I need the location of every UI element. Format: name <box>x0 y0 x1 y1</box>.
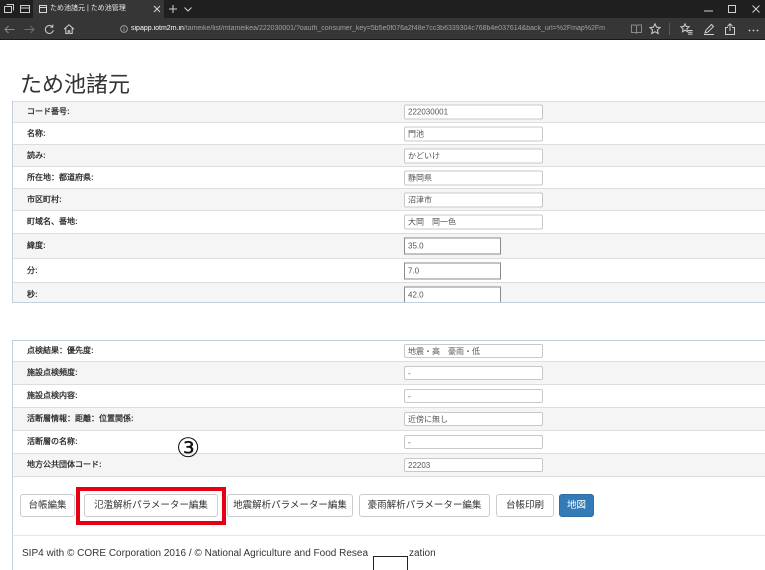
overlay-box <box>373 556 408 570</box>
favorites-hub-icon[interactable] <box>679 22 693 35</box>
field-row-latitude-degrees: 緯度: <box>13 233 765 258</box>
ledger-edit-button[interactable]: 台帳編集 <box>20 494 75 517</box>
field-label-municipality: 市区町村: <box>27 194 62 204</box>
field-row-municipality: 市区町村: <box>13 188 765 210</box>
field-row-active-fault-name: 活断層の名称: <box>13 430 765 453</box>
field-row-latitude-minutes: 分: <box>13 258 765 282</box>
field-label-reading: 読み: <box>27 150 46 160</box>
latitude-degrees-field[interactable] <box>404 237 501 255</box>
inspection-frequency-field[interactable] <box>404 366 543 380</box>
field-row-reading: 読み: <box>13 144 765 166</box>
minimize-icon[interactable] <box>704 8 713 12</box>
set-aside-tabs-icon[interactable] <box>4 4 14 14</box>
field-label-name: 名称: <box>27 128 46 138</box>
step-number-annotation: ③ <box>176 433 201 464</box>
field-row-inspection-content: 施設点検内容: <box>13 384 765 407</box>
field-label-active-fault-distance: 活断層情報：距離：位置関係: <box>27 414 134 423</box>
inspection-content-field[interactable] <box>404 389 543 403</box>
back-icon[interactable] <box>4 24 15 35</box>
latitude-seconds-field[interactable] <box>404 286 501 302</box>
field-row-town-address: 町域名、番地: <box>13 210 765 233</box>
reservoir-spec-table-top: コード番号: 名称: 読み: 所在地：都道府県: 市区町村: 町域名、番地: 緯… <box>12 101 765 303</box>
web-note-pen-icon[interactable] <box>703 23 715 35</box>
footer-copyright-tail: zation <box>409 548 436 559</box>
field-label-latitude-seconds: 秒: <box>27 289 38 299</box>
flood-analysis-params-button[interactable]: 氾濫解析パラメーター編集 <box>84 494 218 517</box>
favorite-star-icon[interactable] <box>648 22 662 35</box>
reading-view-icon[interactable] <box>631 24 642 35</box>
field-label-latitude-minutes: 分: <box>27 265 38 275</box>
municipality-field[interactable] <box>404 192 543 207</box>
page-icon <box>39 5 47 13</box>
field-label-code-number: コード番号: <box>27 107 70 116</box>
maximize-icon[interactable] <box>728 5 736 13</box>
field-label-latitude-degrees: 緯度: <box>27 241 46 250</box>
more-icon[interactable] <box>748 28 759 32</box>
field-row-name: 名称: <box>13 122 765 144</box>
field-label-inspection-priority: 点検結果：優先度: <box>27 346 94 355</box>
field-row-inspection-priority: 点検結果：優先度: <box>13 341 765 361</box>
name-field[interactable] <box>404 126 543 141</box>
footer-divider <box>12 535 765 536</box>
tab-list-chevron-icon[interactable] <box>184 7 192 12</box>
inspection-priority-field[interactable] <box>404 344 543 358</box>
tab-preview-icon[interactable] <box>20 4 30 14</box>
field-label-active-fault-name: 活断層の名称: <box>27 437 78 446</box>
footer-copyright: SIP4 with © CORE Corporation 2016 / © Na… <box>22 548 369 559</box>
url-path: /tameike/list/mtameikea/222030001/?oauth… <box>183 25 605 32</box>
url-field[interactable]: sipapp.iotm2m.in/tameike/list/mtameikea/… <box>131 25 625 33</box>
field-label-town-address: 町域名、番地: <box>27 217 78 226</box>
url-host: sipapp.iotm2m.in <box>131 25 184 32</box>
tab-title: ため池諸元 | ため池管理 <box>50 5 126 12</box>
share-icon[interactable] <box>724 23 736 35</box>
close-window-icon[interactable] <box>752 5 760 13</box>
code-number-field[interactable] <box>404 104 543 120</box>
field-row-inspection-frequency: 施設点検頻度: <box>13 361 765 384</box>
field-row-code-number: コード番号: <box>13 101 765 122</box>
heavy-rain-analysis-params-button[interactable]: 豪雨解析パラメーター編集 <box>359 494 490 517</box>
field-row-active-fault-distance: 活断層情報：距離：位置関係: <box>13 407 765 430</box>
earthquake-analysis-params-button[interactable]: 地震解析パラメーター編集 <box>227 494 353 517</box>
home-icon[interactable] <box>63 23 75 35</box>
latitude-minutes-field[interactable] <box>404 262 501 279</box>
field-row-local-government-code: 地方公共団体コード: <box>13 453 765 477</box>
site-info-icon[interactable] <box>120 25 128 33</box>
field-label-local-government-code: 地方公共団体コード: <box>27 460 102 469</box>
field-label-inspection-frequency: 施設点検頻度: <box>27 368 78 377</box>
toolbar-separator <box>669 23 670 35</box>
forward-icon[interactable] <box>24 24 35 35</box>
local-government-code-field[interactable] <box>404 458 543 472</box>
field-label-inspection-content: 施設点検内容: <box>27 391 78 400</box>
ledger-print-button[interactable]: 台帳印刷 <box>496 494 554 517</box>
field-row-prefecture: 所在地：都道府県: <box>13 166 765 188</box>
active-fault-name-field[interactable] <box>404 435 543 449</box>
field-label-prefecture: 所在地：都道府県: <box>27 172 94 182</box>
close-tab-icon[interactable] <box>153 5 161 13</box>
new-tab-icon[interactable] <box>169 5 177 13</box>
page-title: ため池諸元 <box>20 72 131 97</box>
active-fault-distance-field[interactable] <box>404 412 543 426</box>
refresh-icon[interactable] <box>44 24 55 35</box>
reading-field[interactable] <box>404 148 543 163</box>
field-row-latitude-seconds: 秒: <box>13 282 765 302</box>
prefecture-field[interactable] <box>404 170 543 185</box>
town-address-field[interactable] <box>404 214 543 230</box>
map-button[interactable]: 地図 <box>559 494 594 517</box>
